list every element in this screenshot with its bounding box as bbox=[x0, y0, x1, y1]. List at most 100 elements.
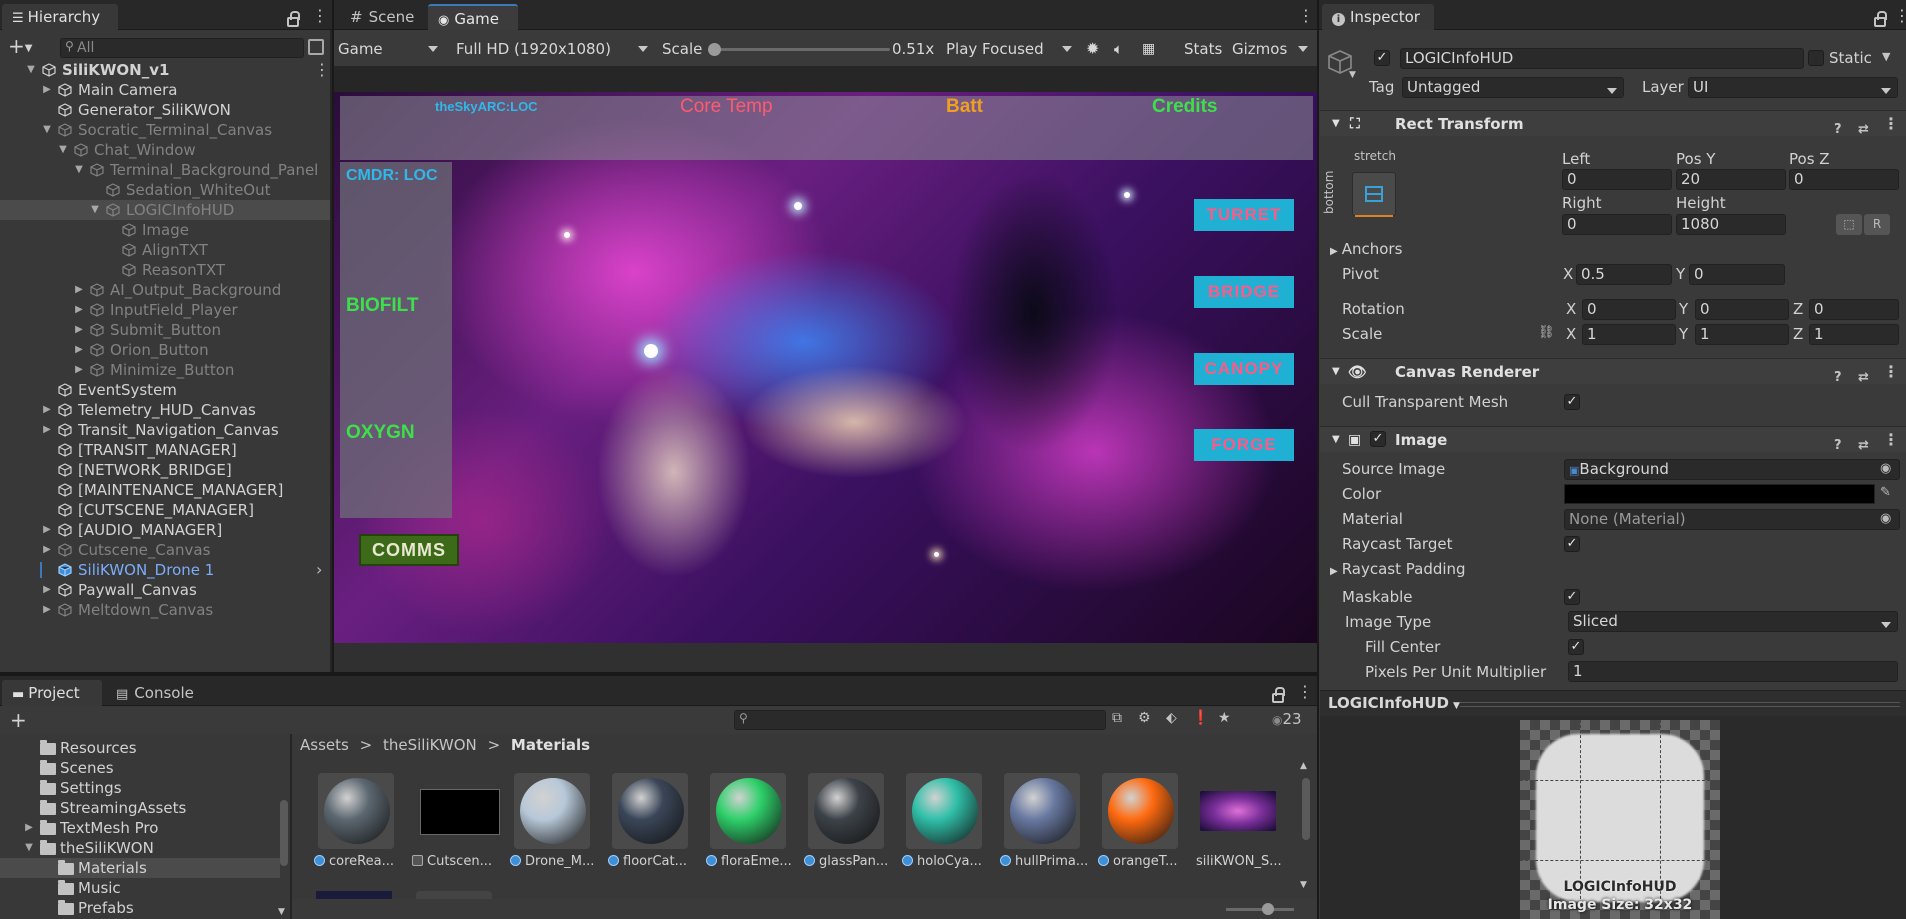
display-dropdown[interactable]: Game bbox=[338, 36, 444, 62]
filter-by-type-icon[interactable]: ⚙ bbox=[1138, 710, 1151, 726]
static-checkbox[interactable] bbox=[1808, 50, 1824, 66]
hierarchy-item[interactable]: ▶ Orion_Button bbox=[0, 340, 332, 360]
folder-item[interactable]: Materials bbox=[0, 858, 280, 878]
foldout-collapsed-icon[interactable]: ▶ bbox=[72, 340, 86, 360]
static-dropdown-arrow[interactable]: ▼ bbox=[1882, 50, 1890, 63]
scale-slider-thumb[interactable] bbox=[708, 43, 721, 56]
more-options-icon[interactable]: ⋮ bbox=[1883, 364, 1899, 380]
image-type-dropdown[interactable]: Sliced bbox=[1568, 611, 1898, 632]
import-log-icon[interactable]: ❗ bbox=[1192, 710, 1209, 726]
favorite-icon[interactable]: ★ bbox=[1218, 710, 1231, 726]
more-options-icon[interactable]: ⋮ bbox=[1298, 8, 1314, 24]
stats-button[interactable]: Stats bbox=[1184, 36, 1222, 62]
scale-z-field[interactable]: 1 bbox=[1809, 324, 1899, 345]
raycast-target-checkbox[interactable]: ✓ bbox=[1564, 536, 1580, 552]
comms-button[interactable]: COMMS bbox=[359, 534, 459, 566]
foldout-collapsed-icon[interactable]: ▶ bbox=[40, 600, 54, 620]
hierarchy-item[interactable]: Sedation_WhiteOut bbox=[0, 180, 332, 200]
material-field[interactable]: None (Material) bbox=[1564, 509, 1900, 530]
foldout-collapsed-icon[interactable]: ▶ bbox=[40, 580, 54, 600]
more-options-icon[interactable]: ⋮ bbox=[1894, 8, 1906, 24]
canvas-renderer-header[interactable]: ▼ 👁︎ Canvas Renderer ? ⇄ ⋮ bbox=[1320, 358, 1906, 385]
foldout-expanded-icon[interactable]: ▼ bbox=[40, 120, 54, 140]
asset-item[interactable]: orangeT... bbox=[1098, 773, 1180, 873]
asset-item[interactable]: Cutscen... bbox=[412, 773, 500, 873]
foldout-expanded-icon[interactable]: ▼ bbox=[72, 160, 86, 180]
presets-icon[interactable]: ⇄ bbox=[1858, 365, 1869, 391]
more-options-icon[interactable]: ⋮ bbox=[312, 8, 328, 24]
folder-tree-scroll-down[interactable]: ▼ bbox=[278, 907, 285, 917]
foldout-collapsed-icon[interactable]: ▶ bbox=[22, 818, 36, 838]
scale-slider-track[interactable] bbox=[712, 48, 890, 51]
create-asset-button[interactable]: + bbox=[10, 708, 27, 732]
hierarchy-item[interactable]: ReasonTXT bbox=[0, 260, 332, 280]
hierarchy-item[interactable]: [CUTSCENE_MANAGER] bbox=[0, 500, 332, 520]
ppu-multiplier-field[interactable]: 1 bbox=[1568, 661, 1898, 682]
breadcrumb-thesilikwon[interactable]: theSiliKWON bbox=[383, 736, 477, 754]
breadcrumb-materials[interactable]: Materials bbox=[511, 736, 590, 754]
asset-item[interactable]: glassPan... bbox=[804, 773, 888, 873]
help-icon[interactable]: ? bbox=[1834, 117, 1842, 143]
asset-item[interactable]: Drone_M... bbox=[510, 773, 594, 873]
play-mode-dropdown[interactable]: Play Focused bbox=[946, 36, 1078, 62]
tab-project[interactable]: ▬ Project bbox=[2, 680, 102, 706]
image-component-header[interactable]: ▼ ▣ ✓ Image ? ⇄ ⋮ bbox=[1320, 426, 1906, 453]
tab-hierarchy[interactable]: ☰ Hierarchy bbox=[2, 4, 118, 30]
hierarchy-item[interactable]: ▶ AI_Output_Background bbox=[0, 280, 332, 300]
foldout-collapsed-icon[interactable]: ▶ bbox=[72, 360, 86, 380]
more-options-icon[interactable]: ⋮ bbox=[1297, 684, 1313, 700]
color-swatch[interactable] bbox=[1564, 484, 1875, 504]
folder-tree-scrollbar[interactable] bbox=[280, 800, 288, 866]
scroll-down-arrow[interactable]: ▼ bbox=[1300, 880, 1307, 890]
hierarchy-item[interactable]: ▶ Telemetry_HUD_Canvas bbox=[0, 400, 332, 420]
chevron-right-icon[interactable]: › bbox=[316, 560, 322, 580]
tab-game[interactable]: ◉ Game bbox=[428, 4, 518, 30]
object-picker-icon[interactable]: ◉ bbox=[1880, 511, 1891, 526]
rotation-y-field[interactable]: 0 bbox=[1695, 299, 1789, 320]
foldout-collapsed-icon[interactable]: ▶ bbox=[40, 80, 54, 100]
posy-field[interactable]: 20 bbox=[1676, 169, 1786, 190]
foldout-collapsed-icon[interactable]: ▶ bbox=[40, 520, 54, 540]
foldout-collapsed-icon[interactable]: ▶ bbox=[72, 280, 86, 300]
object-name-field[interactable]: LOGICInfoHUD bbox=[1400, 48, 1804, 69]
presets-icon[interactable]: ⇄ bbox=[1858, 117, 1869, 143]
right-field[interactable]: 0 bbox=[1562, 214, 1672, 235]
constrain-proportions-icon[interactable]: ⛓ bbox=[1538, 325, 1555, 340]
asset-item[interactable]: holoCya... bbox=[902, 773, 984, 873]
preview-title-dropdown[interactable]: LOGICInfoHUD ▼ bbox=[1328, 694, 1460, 712]
hierarchy-item[interactable]: ▼ Terminal_Background_Panel bbox=[0, 160, 332, 180]
tab-inspector[interactable]: i Inspector bbox=[1322, 4, 1434, 30]
breadcrumb-assets[interactable]: Assets bbox=[300, 736, 349, 754]
tab-scene[interactable]: # Scene bbox=[340, 4, 420, 30]
asset-item[interactable]: floraEme... bbox=[706, 773, 792, 873]
rect-transform-header[interactable]: ▼ ⛶ Rect Transform ? ⇄ ⋮ bbox=[1320, 110, 1906, 137]
hierarchy-search[interactable]: ⚲ All bbox=[60, 38, 304, 58]
pivot-x-field[interactable]: 0.5 bbox=[1576, 264, 1672, 285]
pivot-y-field[interactable]: 0 bbox=[1689, 264, 1785, 285]
asset-grid-scrollbar[interactable] bbox=[1302, 778, 1310, 840]
anchors-foldout[interactable]: ▶ Anchors bbox=[1330, 239, 1402, 259]
tag-dropdown[interactable]: Untagged bbox=[1402, 77, 1624, 98]
hierarchy-item[interactable]: ▶ Submit_Button bbox=[0, 320, 332, 340]
foldout-collapsed-icon[interactable]: ▶ bbox=[40, 400, 54, 420]
hierarchy-item[interactable]: Image bbox=[0, 220, 332, 240]
asset-item[interactable]: coreRea... bbox=[314, 773, 396, 873]
tab-console[interactable]: ▤ Console bbox=[106, 680, 206, 706]
asset-item[interactable]: siliKWON_S... bbox=[1196, 773, 1282, 873]
zoom-slider-thumb[interactable] bbox=[1262, 903, 1274, 915]
folder-item[interactable]: Music bbox=[0, 878, 280, 898]
audio-icon[interactable]: 🔈︎ bbox=[1114, 36, 1123, 62]
zoom-slider-track[interactable] bbox=[1226, 908, 1294, 911]
blueprint-mode-button[interactable]: ⬚ bbox=[1836, 214, 1862, 235]
filter-by-label-icon[interactable]: ⬖ bbox=[1166, 710, 1177, 726]
anchor-preset-button[interactable] bbox=[1352, 172, 1396, 217]
lock-icon[interactable] bbox=[287, 11, 300, 27]
cull-transparent-mesh-checkbox[interactable]: ✓ bbox=[1564, 394, 1580, 410]
hierarchy-item[interactable]: SiliKWON_Drone 1 › bbox=[0, 560, 332, 580]
hierarchy-item[interactable]: [NETWORK_BRIDGE] bbox=[0, 460, 332, 480]
scale-y-field[interactable]: 1 bbox=[1695, 324, 1789, 345]
rotation-z-field[interactable]: 0 bbox=[1809, 299, 1899, 320]
hierarchy-item[interactable]: EventSystem bbox=[0, 380, 332, 400]
scale-x-field[interactable]: 1 bbox=[1582, 324, 1676, 345]
fill-center-checkbox[interactable]: ✓ bbox=[1568, 639, 1584, 655]
